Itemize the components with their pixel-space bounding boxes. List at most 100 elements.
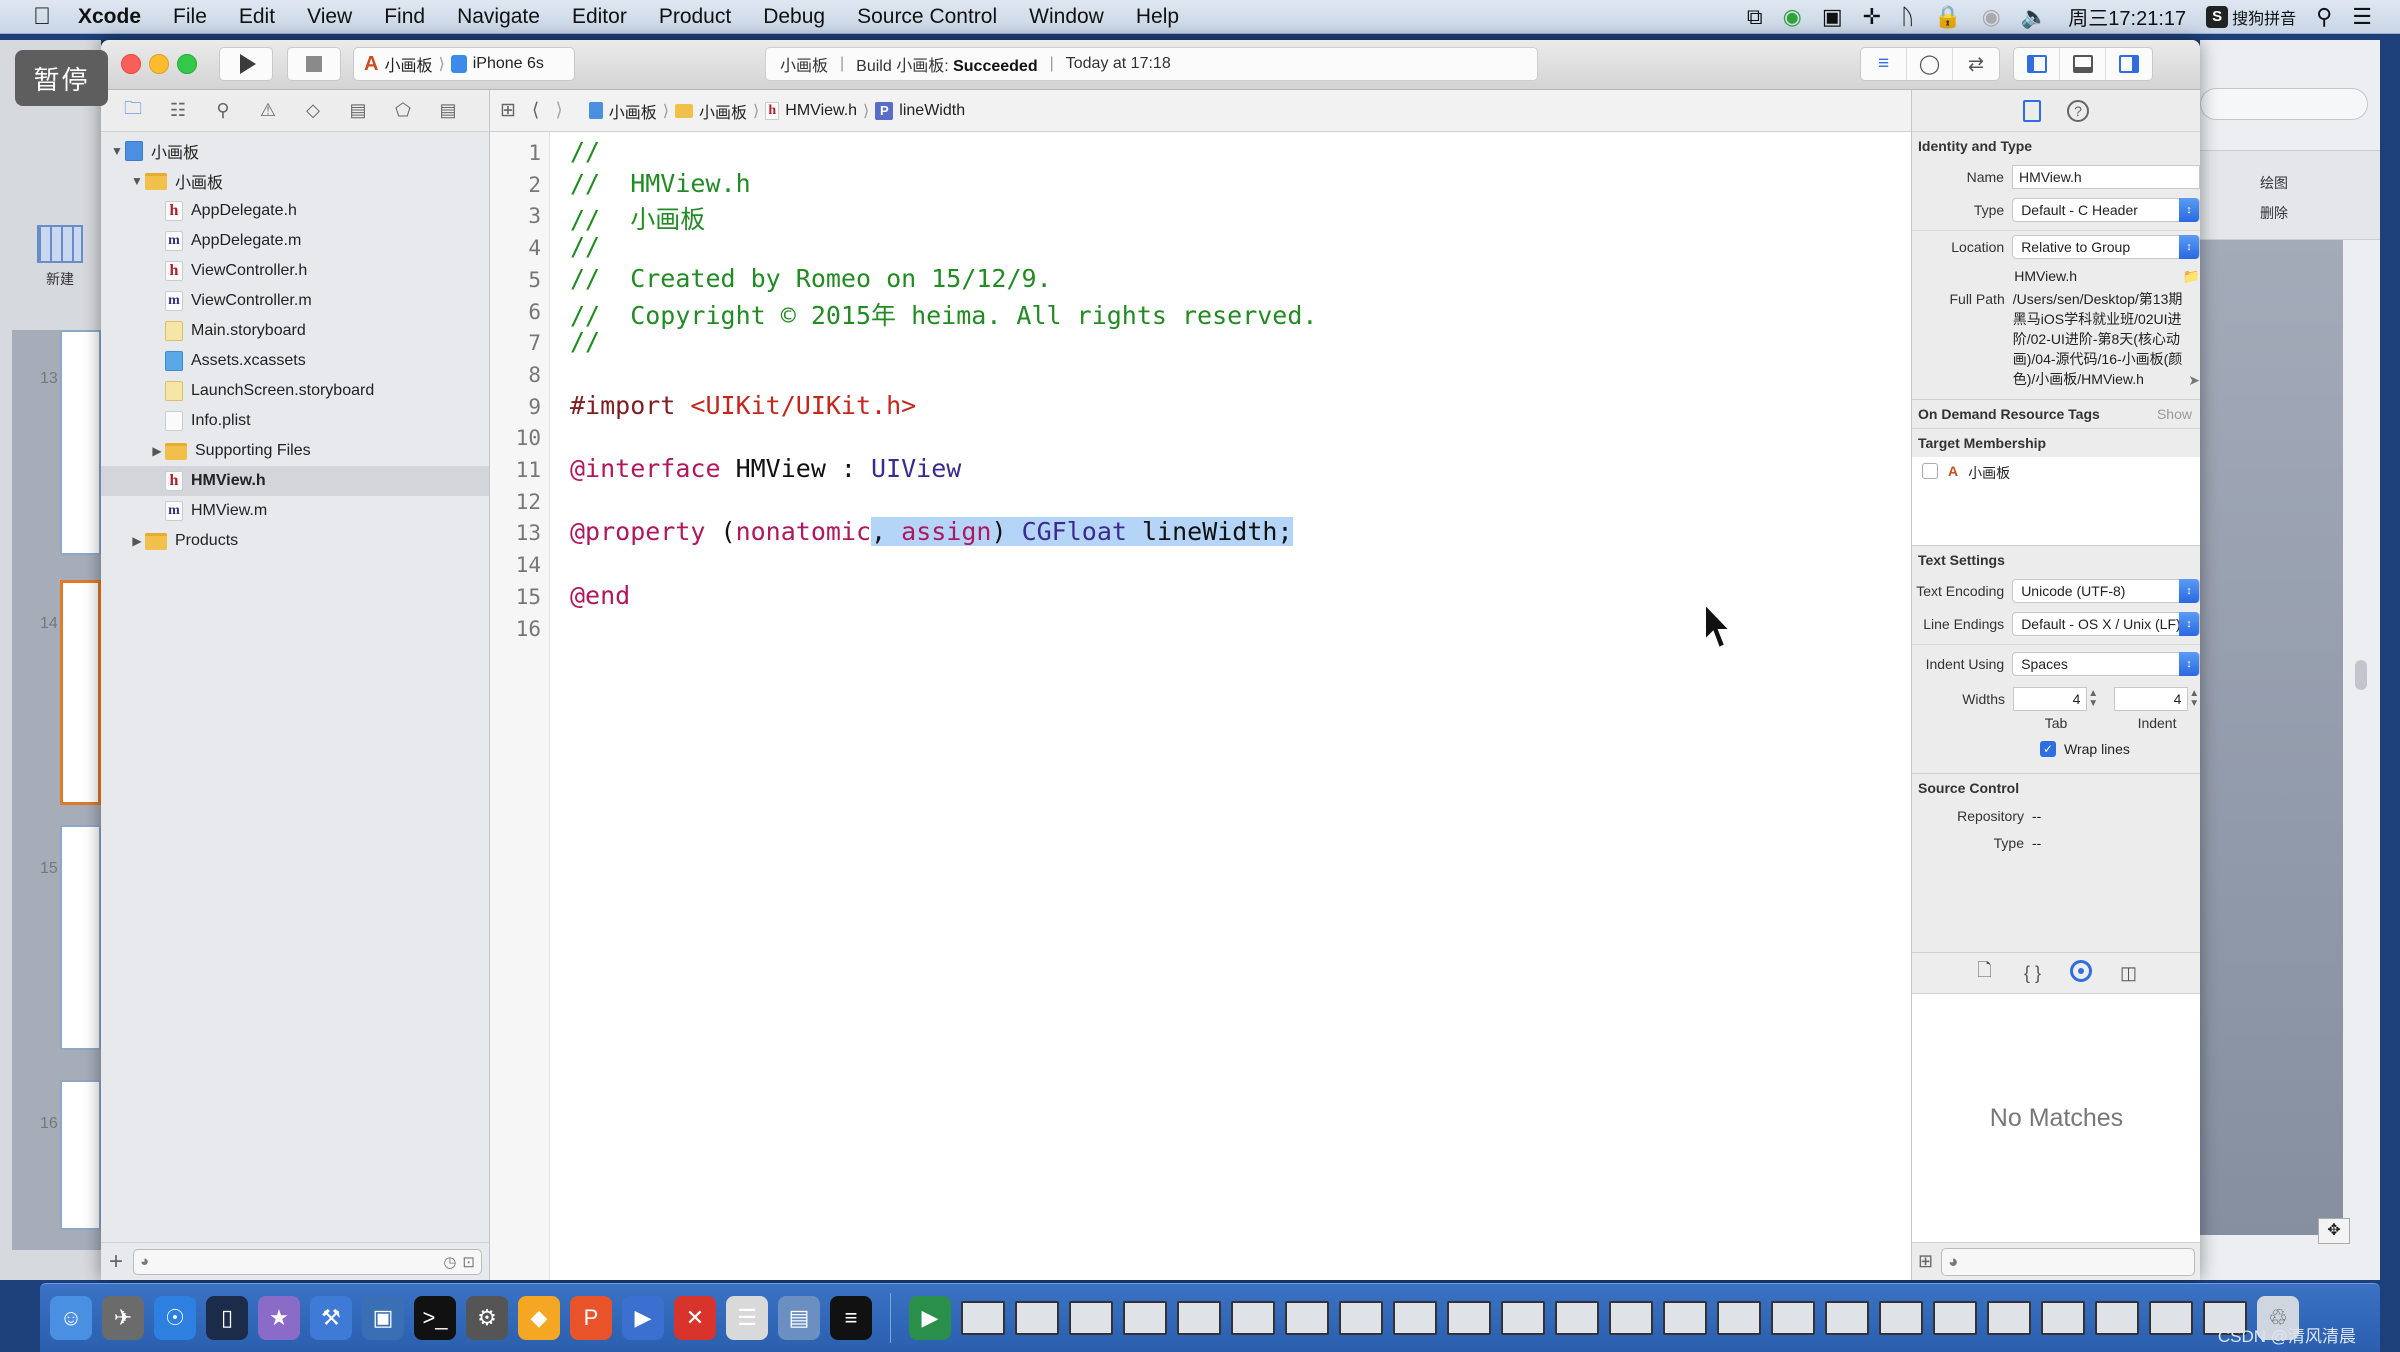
file-tree-item[interactable]: h ViewController.h [101,256,489,286]
symbol-hierarchy-icon[interactable]: ☷ [166,100,190,121]
menu-find[interactable]: Find [368,5,441,29]
toggle-navigator-button[interactable] [2014,48,2060,80]
spotlight-search-icon[interactable]: ⚲ [2316,4,2332,30]
minimized-window-thumbnail[interactable] [1177,1301,1221,1335]
minimized-window-thumbnail[interactable] [1339,1301,1383,1335]
menu-window[interactable]: Window [1013,5,1120,29]
file-tree-item[interactable]: m HMView.m [101,496,489,526]
p-app-icon[interactable]: P [570,1296,612,1340]
minimized-window-thumbnail[interactable] [1123,1301,1167,1335]
breadcrumb-group[interactable]: 小画板 [699,99,747,123]
minimized-window-thumbnail[interactable] [1825,1301,1869,1335]
navigator-filter-input[interactable]: ◕ ◷ ⊡ [133,1248,482,1275]
file-tree-item[interactable]: h AppDelegate.h [101,196,489,226]
file-tree-item[interactable]: m AppDelegate.m [101,226,489,256]
file-tree-item[interactable]: ▶ Products [101,526,489,556]
report-bubble-icon[interactable]: ▤ [436,100,460,121]
assistant-editor-icon[interactable]: ◯ [1907,48,1953,80]
file-tree-item[interactable]: ▼ 小画板 [101,136,489,166]
back-arrow-icon[interactable]: ⟨ [532,99,539,122]
code-line[interactable]: // Copyright © 2015年 heima. All rights r… [570,296,1317,332]
code-line[interactable]: // 小画板 [570,200,705,236]
scm-filter-icon[interactable]: ⊡ [462,1253,475,1271]
code-line[interactable]: // [570,137,600,166]
quick-help-icon[interactable]: ? [2067,99,2089,122]
minimized-window-thumbnail[interactable] [961,1301,1005,1335]
notification-list-icon[interactable]: ☰ [2352,4,2372,30]
minimized-window-thumbnail[interactable] [1231,1301,1275,1335]
indent-using-select[interactable]: Spaces ↕ [2012,651,2200,676]
location-select[interactable]: Relative to Group ↕ [2012,235,2200,259]
file-tree-item[interactable]: ▶ Supporting Files [101,436,489,466]
menu-xcode[interactable]: Xcode [62,5,157,29]
minimized-window-thumbnail[interactable] [1609,1301,1653,1335]
breadcrumb-project[interactable]: 小画板 [609,99,657,123]
menu-help[interactable]: Help [1120,5,1195,29]
indent-width-stepper[interactable]: ▲ ▼ [2188,688,2200,709]
code-line[interactable]: // [570,327,600,356]
code-line[interactable]: // [570,232,600,261]
menu-debug[interactable]: Debug [747,5,841,29]
minimized-window-thumbnail[interactable] [1663,1301,1707,1335]
breadcrumb-file[interactable]: HMView.h [785,102,857,120]
scheme-selector[interactable]: A 小画板 ⟩ iPhone 6s [353,47,575,81]
code-line[interactable]: // HMView.h [570,169,751,198]
menu-file[interactable]: File [157,5,223,29]
volume-icon[interactable]: 🔈 [2021,4,2048,30]
window-switch-icon[interactable]: ⧉ [1747,4,1763,30]
file-tree-item[interactable]: Main.storyboard [101,316,489,346]
menu-view[interactable]: View [291,5,368,29]
breakpoint-icon[interactable]: ⬠ [391,100,415,121]
camera-icon[interactable]: ▣ [1822,4,1843,30]
disclosure-collapsed-icon[interactable]: ▶ [129,534,145,548]
run-button[interactable] [219,47,273,81]
menu-edit[interactable]: Edit [223,5,291,29]
code-line[interactable]: #import <UIKit/UIKit.h> [570,391,916,420]
indent-width-input[interactable]: 4 [2113,686,2189,711]
standard-editor-icon[interactable]: ≡ [1861,48,1907,80]
tab-width-input[interactable]: 4 [2012,686,2088,711]
toggle-debug-area-button[interactable] [2060,48,2106,80]
source-editor[interactable]: 1 2 3 4 5 6 7 8 9 10 11 12 13 14 15 16 //// HMView.h// … [490,132,1911,1280]
file-tree-item[interactable]: Assets.xcassets [101,346,489,376]
minimized-window-thumbnail[interactable] [1501,1301,1545,1335]
grid-view-icon[interactable]: ⊞ [1918,1251,1933,1272]
minimized-window-thumbnail[interactable] [1933,1301,1977,1335]
library-filter-input[interactable]: ◕ [1941,1247,2195,1276]
stop-button[interactable] [287,47,341,81]
minimized-window-thumbnail[interactable] [1771,1301,1815,1335]
bluetooth-icon[interactable]: ᚢ [1901,4,1914,30]
window-zoom-button[interactable] [177,54,197,74]
file-template-library-icon[interactable]: 🗋 [1974,958,1996,988]
sketch-icon[interactable]: ◆ [518,1296,560,1340]
minimized-window-thumbnail[interactable] [1393,1301,1437,1335]
choose-folder-icon[interactable]: 📁 [2183,268,2200,285]
minimized-window-thumbnail[interactable] [1015,1301,1059,1335]
apple-logo-icon[interactable]:  [22,3,62,31]
text-encoding-select[interactable]: Unicode (UTF-8) ↕ [2012,578,2200,603]
notes-icon[interactable]: ☰ [726,1296,768,1340]
minimized-window-thumbnail[interactable] [1879,1301,1923,1335]
plane-icon[interactable]: ✛ [1863,4,1881,30]
file-tree-item-selected[interactable]: h HMView.h [101,466,489,496]
screen-recorder-icon[interactable]: ▶ [909,1296,951,1340]
minimized-window-thumbnail[interactable] [1717,1301,1761,1335]
line-endings-select[interactable]: Default - OS X / Unix (LF) ↕ [2012,611,2200,636]
menu-navigate[interactable]: Navigate [441,5,556,29]
imovie-icon[interactable]: ★ [258,1296,300,1340]
test-diamond-icon[interactable]: ◇ [301,100,325,121]
window-minimize-button[interactable] [149,54,169,74]
minimized-window-thumbnail[interactable] [2095,1301,2139,1335]
code-line[interactable]: // Created by Romeo on 15/12/9. [570,264,1052,293]
wifi-icon[interactable]: ◉ [1982,4,2001,30]
folder-icon[interactable]: 🗀 [121,96,145,126]
code-line[interactable]: @property (nonatomic, assign) CGFloat li… [570,517,1293,547]
file-tree-item[interactable]: LaunchScreen.storyboard [101,376,489,406]
file-tree-item[interactable]: Info.plist [101,406,489,436]
cross-app-icon[interactable]: ✕ [674,1296,716,1340]
input-method[interactable]: S 搜狗拼音 [2206,5,2296,29]
minimized-window-thumbnail[interactable] [1447,1301,1491,1335]
menu-editor[interactable]: Editor [556,5,643,29]
search-icon[interactable]: ⚲ [211,100,235,121]
green-app-icon[interactable]: ◉ [1783,4,1802,30]
